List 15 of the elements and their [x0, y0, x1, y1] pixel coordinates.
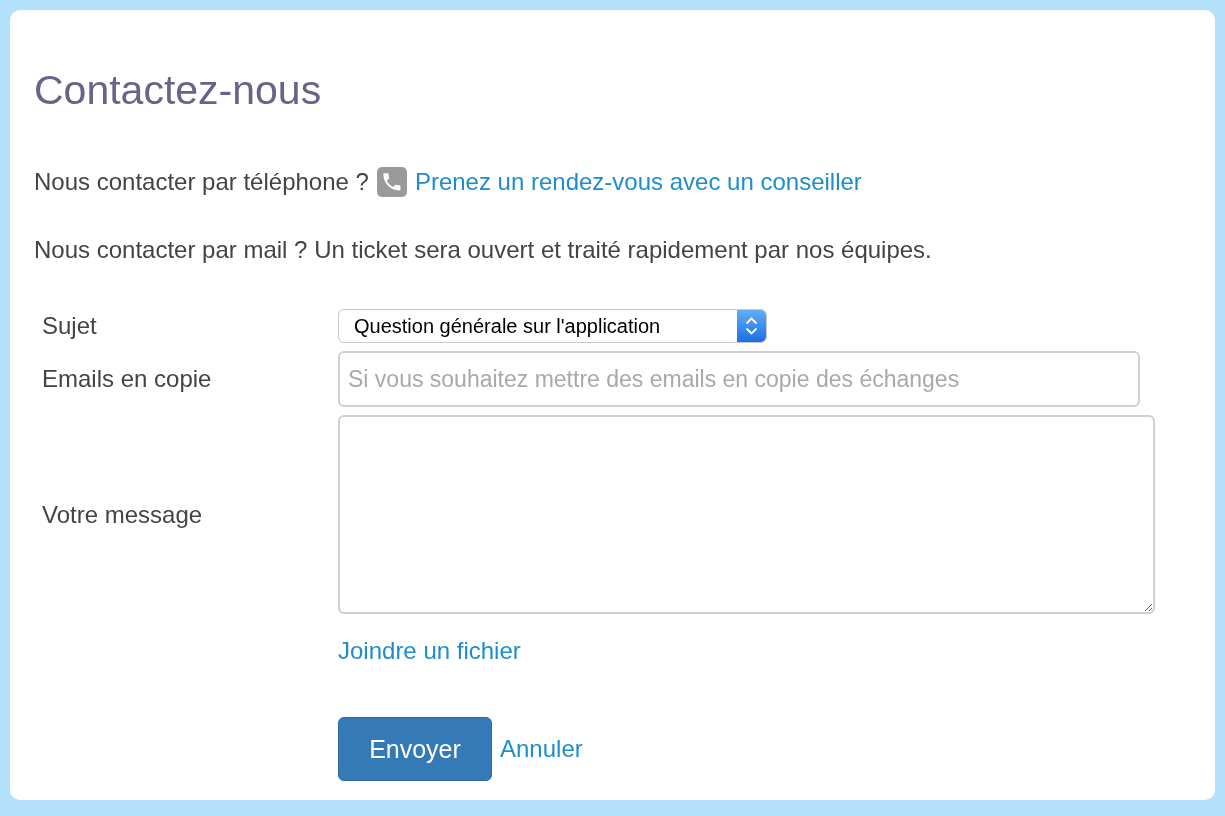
attach-file-link[interactable]: Joindre un fichier — [338, 637, 521, 664]
field-label: Votre message — [42, 499, 203, 530]
appointment-link[interactable]: Prenez un rendez-vous avec un conseiller — [414, 167, 862, 197]
send-button[interactable]: Envoyer — [338, 717, 492, 781]
field-label: Sujet — [42, 311, 97, 341]
subject-select[interactable]: Question générale sur l'application — [338, 309, 767, 343]
message-field[interactable] — [338, 415, 1155, 614]
phone-icon — [376, 167, 407, 197]
mail-info-text: Nous contacter par mail ? Un ticket sera ouvert et traité rapidement par nos équipes. — [34, 235, 932, 265]
phone-question-text: Nous contacter par téléphone ? — [34, 167, 369, 197]
page-title: Contactez-nous — [34, 68, 322, 113]
field-label: Emails en copie — [42, 364, 212, 394]
cancel-link[interactable]: Annuler — [500, 734, 583, 764]
up-down-chevron-icon — [737, 310, 766, 342]
email-copy-field[interactable]: Si vous souhaitez mettre des emails en copie des échanges — [338, 351, 1140, 407]
